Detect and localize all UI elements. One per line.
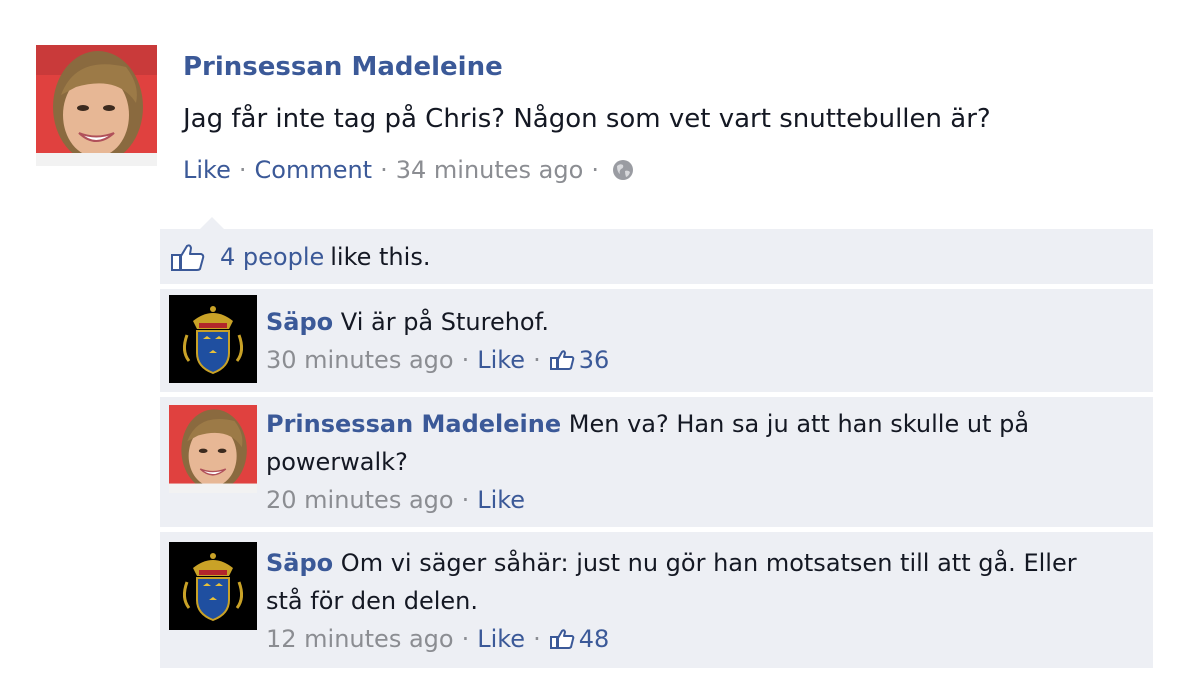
separator: · [533,346,541,374]
comment-text: Om vi säger såhär: just nu gör han motsa… [266,549,1077,615]
separator: · [238,156,247,184]
comment-author[interactable]: Prinsessan Madeleine [266,410,561,438]
separator: · [533,625,541,653]
comment-author[interactable]: Säpo [266,308,333,336]
comment-like-link[interactable]: Like [477,481,525,519]
separator: · [461,346,470,374]
comment-meta: 20 minutes ago · Like [266,481,1093,519]
facebook-post: Prinsessan Madeleine Jag får inte tag på… [0,0,1200,674]
comment-like-link[interactable]: Like [477,341,525,379]
like-count-value: 36 [578,346,610,374]
thumbs-up-icon [171,243,205,271]
comment-body: Prinsessan Madeleine Men va? Han sa ju a… [266,405,1093,519]
post-author-name[interactable]: Prinsessan Madeleine [183,52,503,82]
post-text: Jag får inte tag på Chris? Någon som vet… [183,104,991,134]
comment-like-link[interactable]: Like [477,620,525,658]
comment-avatar[interactable] [169,295,257,383]
comment-timestamp[interactable]: 12 minutes ago [266,620,454,658]
comment-body: Säpo Om vi säger såhär: just nu gör han … [266,544,1093,658]
author-avatar[interactable] [36,45,157,166]
likes-bar: 4 people like this. [160,229,1153,284]
thumbs-up-icon [549,629,575,649]
likes-count-link[interactable]: 4 people [220,243,324,271]
comment-avatar[interactable] [169,405,257,493]
likes-suffix: like this. [330,242,431,271]
like-count-value: 48 [578,625,610,653]
comment: Säpo Om vi säger såhär: just nu gör han … [160,532,1153,668]
comment-body: Säpo Vi är på Sturehof. 30 minutes ago ·… [266,303,1093,379]
comment: Säpo Vi är på Sturehof. 30 minutes ago ·… [160,289,1153,392]
comment-author[interactable]: Säpo [266,549,333,577]
comment-text: Vi är på Sturehof. [340,308,549,336]
comment-timestamp[interactable]: 30 minutes ago [266,341,454,379]
separator: · [461,486,470,514]
comment-like-count[interactable]: 36 [549,341,610,379]
separator: · [461,625,470,653]
thumbs-up-icon [549,350,575,370]
post-timestamp[interactable]: 34 minutes ago [396,156,584,184]
comment-meta: 30 minutes ago · Like · 36 [266,341,1093,379]
separator: · [591,156,599,184]
comment: Prinsessan Madeleine Men va? Han sa ju a… [160,397,1153,527]
comment-timestamp[interactable]: 20 minutes ago [266,481,454,519]
post-actions: Like · Comment · 34 minutes ago · [183,156,635,184]
separator: · [380,156,388,184]
comment-avatar[interactable] [169,542,257,630]
globe-icon[interactable] [611,158,635,182]
comment-meta: 12 minutes ago · Like · 48 [266,620,1093,658]
comment-like-count[interactable]: 48 [549,620,610,658]
like-link[interactable]: Like [183,156,231,184]
comment-link[interactable]: Comment [255,156,373,184]
ufi-nub [200,217,224,229]
